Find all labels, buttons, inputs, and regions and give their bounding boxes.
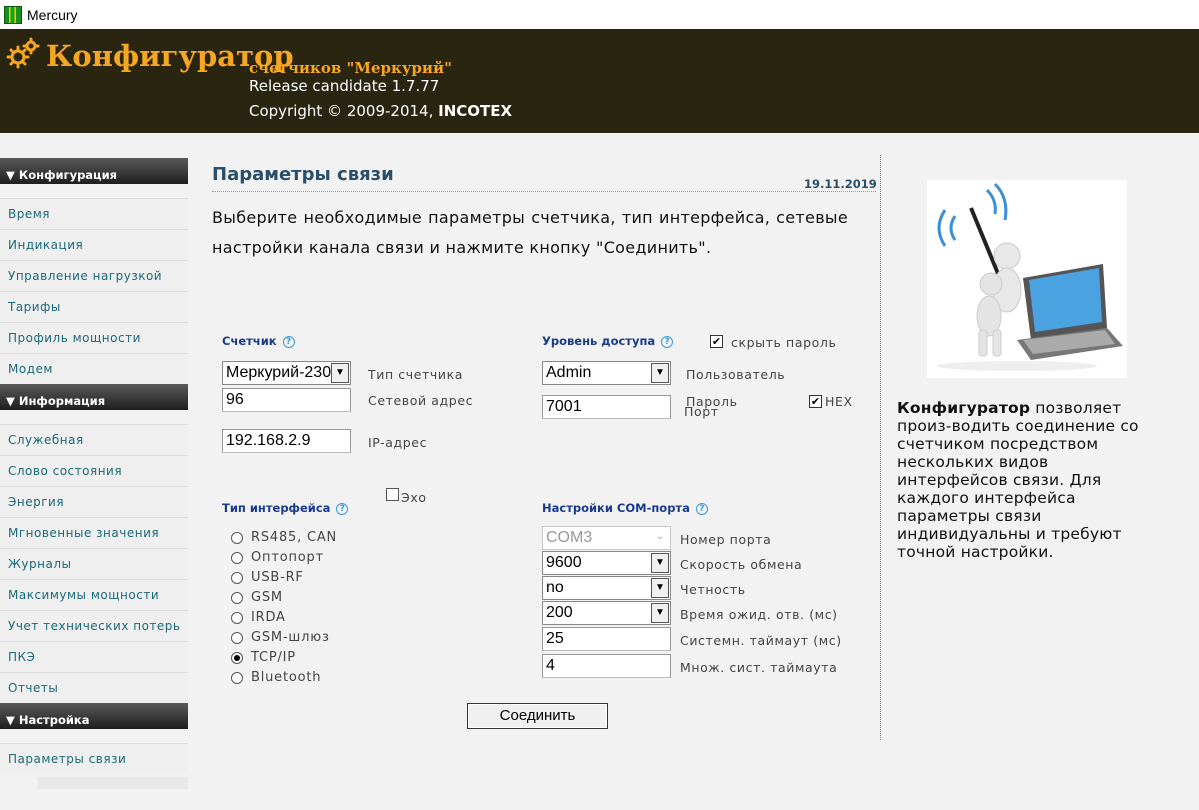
com-help-icon[interactable]: ? — [695, 503, 708, 515]
access-help-icon[interactable]: ? — [661, 336, 674, 348]
page-date: 19.11.2019 — [804, 177, 877, 191]
sidebar-item-time[interactable]: Время — [0, 198, 188, 229]
release-label: Release candidate 1.7.77 — [249, 77, 440, 95]
sidebar: ▼ Конфигурация Время Индикация Управлени… — [0, 158, 188, 774]
radio-icon — [231, 631, 243, 644]
system-timeout-input[interactable]: 25 — [542, 627, 671, 651]
hide-password-checkbox[interactable]: ✔ — [710, 335, 723, 348]
sidebar-item-load-control[interactable]: Управление нагрузкой — [0, 260, 188, 291]
hex-checkbox[interactable]: ✔ — [809, 395, 822, 408]
sidebar-item-reports[interactable]: Отчеты — [0, 672, 188, 703]
sidebar-item-status-word[interactable]: Слово состояния — [0, 455, 188, 486]
com-port-label: Номер порта — [680, 532, 772, 547]
radio-icon — [231, 671, 243, 684]
brand-title: Конфигуратор — [46, 39, 294, 73]
sidebar-section-settings[interactable]: ▼ Настройка — [0, 703, 188, 729]
page-title: Параметры связи — [212, 164, 394, 185]
sidebar-item-tariffs[interactable]: Тарифы — [0, 291, 188, 322]
radio-icon — [231, 611, 243, 624]
radio-icon — [231, 531, 243, 544]
sidebar-item-logs[interactable]: Журналы — [0, 548, 188, 579]
chevron-down-icon: ⌄ — [651, 528, 669, 548]
sidebar-section-config[interactable]: ▼ Конфигурация — [0, 158, 188, 184]
radio-icon — [231, 571, 243, 584]
window-titlebar: Mercury — [0, 0, 1199, 29]
interface-option-bluetooth[interactable]: Bluetooth — [231, 670, 321, 685]
interface-option-usb-rf[interactable]: USB-RF — [231, 570, 304, 585]
sidebar-item-power-profile[interactable]: Профиль мощности — [0, 322, 188, 353]
ip-address-input[interactable]: 192.168.2.9 — [222, 429, 351, 453]
sidebar-item-power-max[interactable]: Максимумы мощности — [0, 579, 188, 610]
app-icon — [4, 5, 22, 24]
baud-rate-label: Скорость обмена — [680, 557, 803, 572]
chevron-down-icon: ▼ — [651, 553, 669, 573]
sidebar-item-tech-losses[interactable]: Учет технических потерь — [0, 610, 188, 641]
interface-option-gsm-gateway[interactable]: GSM-шлюз — [231, 630, 330, 645]
meter-type-label: Тип счетчика — [368, 367, 464, 382]
interface-option-rs485[interactable]: RS485, CAN — [231, 530, 337, 545]
echo-checkbox[interactable] — [386, 488, 399, 501]
com-group-label: Настройки COM-порта? — [542, 501, 708, 515]
sidebar-section-info[interactable]: ▼ Информация — [0, 384, 188, 410]
gears-icon — [6, 37, 40, 69]
timeout-multiplier-label: Множ. сист. таймаута — [680, 660, 838, 675]
sidebar-item-modem[interactable]: Модем — [0, 353, 188, 384]
chevron-down-icon: ▼ — [651, 363, 669, 383]
meter-help-icon[interactable]: ? — [282, 336, 295, 348]
interface-help-icon[interactable]: ? — [336, 503, 349, 515]
window-title: Mercury — [27, 6, 78, 23]
app-header: счетчиков "Меркурий" Конфигуратор Releas… — [0, 29, 1199, 133]
radio-selected-icon — [231, 651, 243, 664]
interface-group-label: Тип интерфейса? — [222, 501, 349, 515]
sidebar-item-pke[interactable]: ПКЭ — [0, 641, 188, 672]
copyright: Copyright © 2009-2014, INCOTEX — [249, 102, 513, 120]
sidebar-item-instant-values[interactable]: Мгновенные значения — [0, 517, 188, 548]
hex-label: HEX — [825, 394, 853, 409]
com-port-select: COM3 ⌄ — [542, 526, 671, 550]
port-input[interactable]: 7001 — [542, 395, 671, 419]
hide-password-label: скрыть пароль — [731, 335, 837, 350]
chevron-down-icon: ▼ — [331, 363, 349, 383]
title-divider — [212, 191, 876, 192]
system-timeout-label: Системн. таймаут (мс) — [680, 633, 842, 648]
chevron-down-icon: ▼ — [651, 603, 669, 623]
aside-description: Конфигуратор позволяет произ-водить соед… — [897, 399, 1139, 561]
timeout-multiplier-input[interactable]: 4 — [542, 654, 671, 678]
radio-icon — [231, 551, 243, 564]
network-address-input[interactable]: 96 — [222, 388, 351, 412]
echo-label: Эхо — [401, 490, 427, 505]
access-group-label: Уровень доступа? — [542, 334, 674, 348]
sidebar-footer — [38, 777, 188, 789]
response-timeout-label: Время ожид. отв. (мс) — [680, 607, 838, 622]
baud-rate-select[interactable]: 9600 ▼ — [542, 551, 671, 575]
sidebar-item-connection[interactable]: Параметры связи — [0, 743, 188, 774]
user-label: Пользователь — [686, 367, 786, 382]
meter-group-label: Счетчик? — [222, 334, 295, 348]
user-select[interactable]: Admin ▼ — [542, 361, 671, 385]
interface-option-irda[interactable]: IRDA — [231, 610, 286, 625]
chevron-down-icon: ▼ — [651, 578, 669, 598]
sidebar-item-service[interactable]: Служебная — [0, 424, 188, 455]
ip-address-label: IP-адрес — [368, 435, 428, 450]
sidebar-item-energy[interactable]: Энергия — [0, 486, 188, 517]
wireless-laptop-illustration — [927, 180, 1127, 378]
radio-icon — [231, 591, 243, 604]
interface-option-gsm[interactable]: GSM — [231, 590, 283, 605]
response-timeout-select[interactable]: 200 ▼ — [542, 601, 671, 625]
aside-divider — [880, 155, 881, 740]
meter-type-select[interactable]: Меркурий-230 ▼ — [222, 361, 351, 385]
network-address-label: Сетевой адрес — [368, 393, 474, 408]
parity-select[interactable]: no ▼ — [542, 576, 671, 600]
port-label: Порт — [684, 404, 719, 419]
connect-button[interactable]: Соединить — [467, 703, 608, 729]
parity-label: Четность — [680, 582, 746, 597]
interface-option-tcp-ip[interactable]: TCP/IP — [231, 650, 296, 665]
interface-option-optoport[interactable]: Оптопорт — [231, 550, 324, 565]
intro-text: Выберите необходимые параметры счетчика,… — [212, 208, 848, 257]
sidebar-item-indication[interactable]: Индикация — [0, 229, 188, 260]
